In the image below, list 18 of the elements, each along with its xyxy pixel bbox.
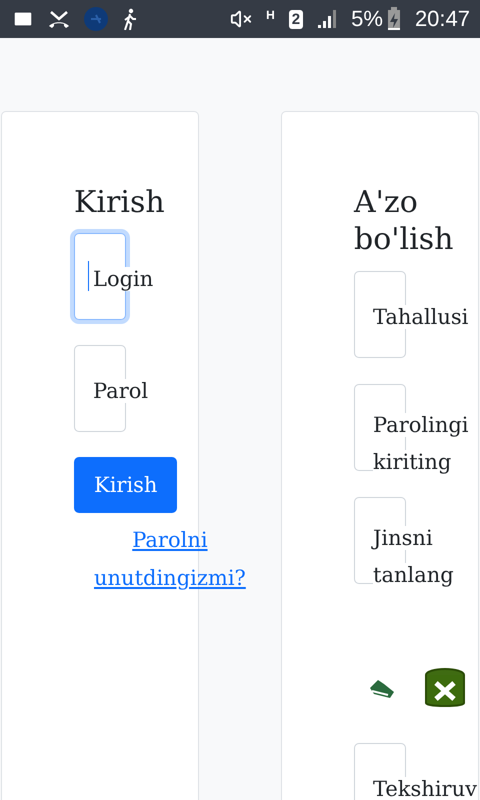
missed-call-icon (48, 9, 70, 29)
input-field[interactable]: Login (74, 233, 154, 320)
card-title: Kirish (74, 184, 166, 221)
input-field[interactable]: Tahallusi (354, 271, 468, 358)
network-type: H (266, 9, 275, 21)
battery-charging-icon (386, 7, 401, 31)
clock: 20:47 (414, 8, 470, 30)
battery-percent: 5% (351, 8, 383, 30)
mute-icon (230, 8, 252, 30)
card-title: A'zo bo'lish (354, 184, 454, 258)
sim-slot: 2 (288, 10, 304, 28)
login-button[interactable]: Kirish (74, 457, 178, 513)
text-cursor (88, 261, 89, 291)
signal-icon (317, 9, 338, 29)
walking-person-icon (122, 8, 138, 30)
input-field[interactable]: Parol (74, 345, 148, 432)
forgot-password-link[interactable]: Parolni unutdingizmi? (94, 521, 246, 597)
circle-app-icon (84, 7, 108, 31)
